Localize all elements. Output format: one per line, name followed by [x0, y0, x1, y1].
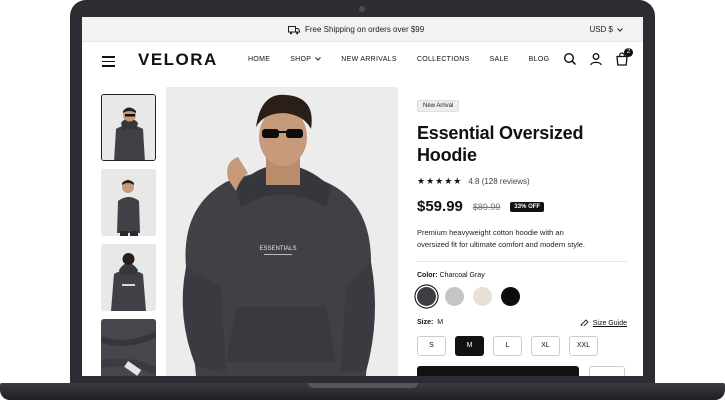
- currency-selector[interactable]: USD $: [589, 25, 623, 34]
- user-icon[interactable]: [589, 52, 603, 66]
- nav-collections[interactable]: COLLECTIONS: [417, 56, 470, 63]
- size-s[interactable]: S: [417, 336, 446, 356]
- discount-badge: 33% OFF: [510, 201, 545, 212]
- swatch-charcoal[interactable]: [417, 287, 436, 306]
- cart-icon[interactable]: 2: [615, 48, 633, 66]
- swatch-black[interactable]: [501, 287, 520, 306]
- product-main-image[interactable]: ESSENTIALS: [166, 87, 398, 376]
- thumbnail-4[interactable]: [101, 319, 156, 376]
- wishlist-button[interactable]: [589, 366, 625, 376]
- truck-icon: [288, 25, 300, 34]
- size-label: Size: M: [417, 319, 444, 326]
- nav-new-arrivals[interactable]: NEW ARRIVALS: [341, 56, 397, 63]
- main-nav: HOME SHOP NEW ARRIVALS COLLECTIONS SALE …: [248, 56, 569, 63]
- hoodie-print-text: ESSENTIALS: [259, 246, 296, 252]
- product-description: Premium heavyweight cotton hoodie with a…: [417, 228, 585, 249]
- thumbnail-list: [101, 94, 156, 376]
- currency-label: USD $: [589, 25, 613, 34]
- ruler-icon: [580, 319, 589, 328]
- size-guide-link[interactable]: Size Guide: [580, 319, 627, 328]
- search-icon[interactable]: [563, 52, 577, 66]
- product-info: New Arrival Essential Oversized Hoodie ★…: [417, 94, 627, 376]
- star-rating-icon: ★★★★★: [417, 176, 463, 186]
- color-value: Charcoal Gray: [439, 272, 485, 279]
- nav-sale[interactable]: SALE: [490, 56, 509, 63]
- divider: [417, 261, 627, 262]
- cart-count-badge: 2: [624, 48, 633, 57]
- new-arrival-badge: New Arrival: [417, 100, 460, 112]
- size-l[interactable]: L: [493, 336, 522, 356]
- logo[interactable]: VELORA: [138, 50, 218, 70]
- thumbnail-3[interactable]: [101, 244, 156, 311]
- shipping-notice: Free Shipping on orders over $99: [288, 25, 424, 34]
- size-value: M: [437, 319, 444, 326]
- current-price: $59.99: [417, 198, 463, 215]
- header-actions: 2: [563, 48, 633, 66]
- nav-home[interactable]: HOME: [248, 56, 270, 63]
- size-row: Size: M Size Guide: [417, 319, 627, 328]
- swatch-gray[interactable]: [445, 287, 464, 306]
- price-row: $59.99 $89.99 33% OFF: [417, 198, 627, 215]
- thumbnail-1[interactable]: [101, 94, 156, 161]
- laptop-notch: [308, 383, 418, 388]
- menu-icon[interactable]: [102, 56, 115, 67]
- size-options: S M L XL XXL: [417, 336, 627, 356]
- rating-text: 4.8 (128 reviews): [468, 177, 530, 186]
- nav-shop[interactable]: SHOP: [290, 56, 322, 63]
- chevron-down-icon: [315, 56, 322, 63]
- camera-dot: [359, 6, 365, 12]
- shipping-text: Free Shipping on orders over $99: [305, 25, 425, 34]
- size-m[interactable]: M: [455, 336, 484, 356]
- product-rating[interactable]: ★★★★★ 4.8 (128 reviews): [417, 176, 627, 187]
- screen: Free Shipping on orders over $99 USD $ V…: [82, 17, 643, 376]
- product-title: Essential Oversized Hoodie: [417, 123, 584, 165]
- action-row: [417, 366, 627, 376]
- size-xxl[interactable]: XXL: [569, 336, 598, 356]
- nav-blog[interactable]: BLOG: [529, 56, 550, 63]
- announcement-bar: Free Shipping on orders over $99 USD $: [82, 17, 643, 42]
- thumbnail-2[interactable]: [101, 169, 156, 236]
- size-xl[interactable]: XL: [531, 336, 560, 356]
- add-to-cart-button[interactable]: [417, 366, 579, 376]
- color-label: Color: Charcoal Gray: [417, 272, 485, 279]
- swatch-cream[interactable]: [473, 287, 492, 306]
- site-header: VELORA HOME SHOP NEW ARRIVALS COLLECTION…: [82, 42, 643, 87]
- color-swatches: [417, 287, 627, 306]
- original-price: $89.99: [472, 201, 501, 212]
- chevron-down-icon: [617, 25, 623, 34]
